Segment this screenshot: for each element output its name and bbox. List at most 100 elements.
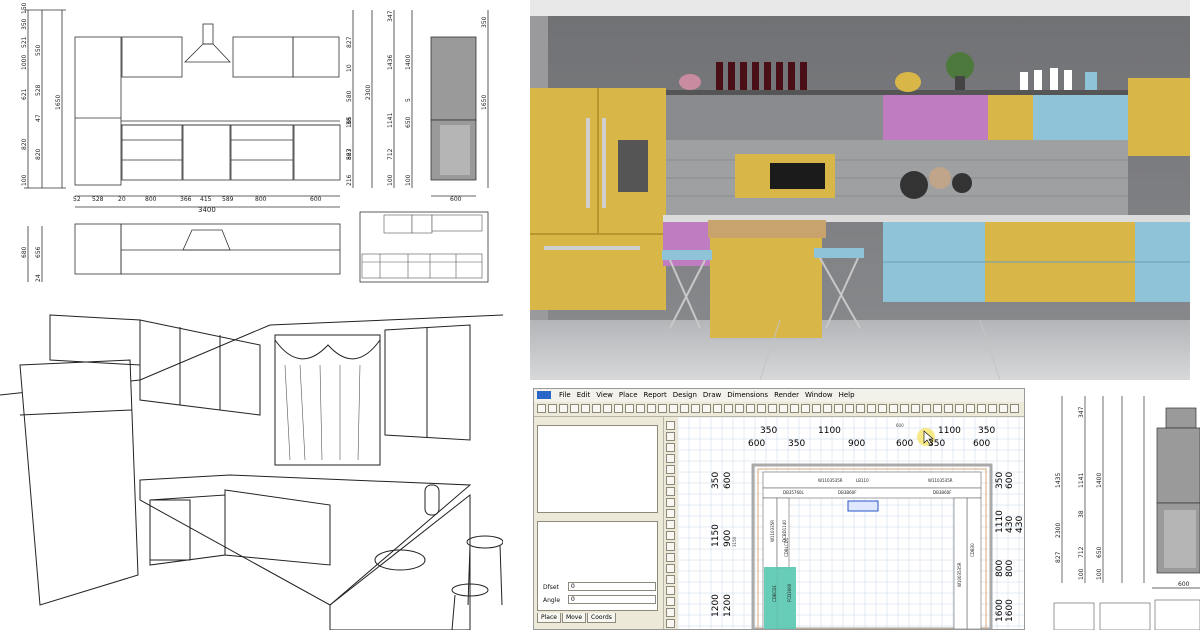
toolbar-button[interactable] bbox=[790, 404, 799, 413]
elevation-left-dim: 150 bbox=[21, 2, 28, 14]
tab-move[interactable]: Move bbox=[561, 613, 587, 623]
vertical-tool-button[interactable] bbox=[666, 597, 675, 606]
drawing-canvas[interactable]: 350 1100 1100 350 600 350 900 600 350 600 350 600… bbox=[677, 416, 1024, 629]
vertical-tool-button[interactable] bbox=[666, 564, 675, 573]
menu-item-place[interactable]: Place bbox=[616, 389, 641, 402]
elevation-bottom-dim: 20 bbox=[118, 196, 126, 203]
menu-item-edit[interactable]: Edit bbox=[574, 389, 594, 402]
toolbar-button[interactable] bbox=[966, 404, 975, 413]
toolbar-button[interactable] bbox=[801, 404, 810, 413]
toolbar-button[interactable] bbox=[988, 404, 997, 413]
toolbar-button[interactable] bbox=[889, 404, 898, 413]
top-dimension: 350 bbox=[978, 426, 995, 436]
vertical-tool-button[interactable] bbox=[666, 421, 675, 430]
cabinet-label: DB3B60F bbox=[933, 490, 952, 495]
vertical-tool-button[interactable] bbox=[666, 608, 675, 617]
toolbar-button[interactable] bbox=[691, 404, 700, 413]
right-dimension: 1110 bbox=[995, 510, 1005, 533]
angle-input[interactable] bbox=[568, 595, 656, 604]
toolbar-button[interactable] bbox=[911, 404, 920, 413]
toolbar-button[interactable] bbox=[581, 404, 590, 413]
toolbar-button[interactable] bbox=[702, 404, 711, 413]
vertical-tool-button[interactable] bbox=[666, 487, 675, 496]
vertical-tool-button[interactable] bbox=[666, 553, 675, 562]
toolbar-button[interactable] bbox=[625, 404, 634, 413]
elevation-right-dim: 1436 bbox=[387, 55, 394, 70]
vertical-tool-button[interactable] bbox=[666, 476, 675, 485]
toolbar-button[interactable] bbox=[922, 404, 931, 413]
toolbar-button[interactable] bbox=[636, 404, 645, 413]
toolbar-button[interactable] bbox=[845, 404, 854, 413]
toolbar-button[interactable] bbox=[603, 404, 612, 413]
toolbar-button[interactable] bbox=[746, 404, 755, 413]
toolbar-button[interactable] bbox=[559, 404, 568, 413]
vertical-tool-button[interactable] bbox=[666, 531, 675, 540]
toolbar-button[interactable] bbox=[856, 404, 865, 413]
elevation-right-dim: 38 bbox=[346, 117, 353, 125]
toolbar-button[interactable] bbox=[933, 404, 942, 413]
menu-item-report[interactable]: Report bbox=[641, 389, 670, 402]
vertical-tool-button[interactable] bbox=[666, 432, 675, 441]
vertical-tool-button[interactable] bbox=[666, 498, 675, 507]
vertical-tool-button[interactable] bbox=[666, 465, 675, 474]
toolbar-button[interactable] bbox=[955, 404, 964, 413]
toolbar-button[interactable] bbox=[548, 404, 557, 413]
toolbar-button[interactable] bbox=[878, 404, 887, 413]
tab-coords[interactable]: Coords bbox=[587, 613, 616, 623]
crop-vertical-dim: 100 bbox=[1078, 568, 1085, 580]
menu-item-dimensions[interactable]: Dimensions bbox=[724, 389, 771, 402]
toolbar-button[interactable] bbox=[900, 404, 909, 413]
menu-item-help[interactable]: Help bbox=[836, 389, 858, 402]
left-dimension: 350 bbox=[711, 472, 721, 489]
toolbar-button[interactable] bbox=[757, 404, 766, 413]
toolbar-button[interactable] bbox=[944, 404, 953, 413]
toolbar-button[interactable] bbox=[592, 404, 601, 413]
toolbar-button[interactable] bbox=[735, 404, 744, 413]
toolbar-button[interactable] bbox=[812, 404, 821, 413]
top-dimension-2: 350 bbox=[928, 439, 945, 449]
toolbar-button[interactable] bbox=[713, 404, 722, 413]
vertical-tool-button[interactable] bbox=[666, 542, 675, 551]
offset-input[interactable] bbox=[568, 582, 656, 591]
toolbar-button[interactable] bbox=[977, 404, 986, 413]
toolbar-button[interactable] bbox=[999, 404, 1008, 413]
toolbar-button[interactable] bbox=[834, 404, 843, 413]
vertical-tool-button[interactable] bbox=[666, 586, 675, 595]
cabinet-label: W1003535R bbox=[957, 562, 962, 587]
vertical-tool-button[interactable] bbox=[666, 509, 675, 518]
elevation-bottom-dim: 800 bbox=[145, 196, 157, 203]
toolbar-button[interactable] bbox=[669, 404, 678, 413]
toolbar-button[interactable] bbox=[867, 404, 876, 413]
toolbar-button[interactable] bbox=[570, 404, 579, 413]
vertical-tool-button[interactable] bbox=[666, 520, 675, 529]
menu-item-design[interactable]: Design bbox=[670, 389, 700, 402]
toolbar-button[interactable] bbox=[779, 404, 788, 413]
left-panel: Dfset Angle PlaceMoveCoords bbox=[534, 417, 662, 629]
menu-item-file[interactable]: File bbox=[556, 389, 574, 402]
toolbar-button[interactable] bbox=[680, 404, 689, 413]
toolbar-button[interactable] bbox=[724, 404, 733, 413]
elevation-drawing: 1503505211000550621 528471650820820100 52… bbox=[0, 0, 503, 300]
toolbar-button[interactable] bbox=[768, 404, 777, 413]
toolbar-button[interactable] bbox=[1010, 404, 1019, 413]
angle-label: Angle bbox=[543, 597, 561, 604]
toolbar-button[interactable] bbox=[647, 404, 656, 413]
toolbar-button[interactable] bbox=[537, 404, 546, 413]
toolbar-button[interactable] bbox=[823, 404, 832, 413]
menu-item-render[interactable]: Render bbox=[771, 389, 802, 402]
vertical-tool-button[interactable] bbox=[666, 443, 675, 452]
vertical-tool-button[interactable] bbox=[666, 575, 675, 584]
tab-place[interactable]: Place bbox=[537, 613, 561, 623]
elevation-right-dim: 580 bbox=[346, 90, 353, 102]
vertical-tool-button[interactable] bbox=[666, 454, 675, 463]
crop-vertical-dim: 1435 bbox=[1055, 473, 1062, 488]
toolbar-button[interactable] bbox=[658, 404, 667, 413]
plan-depth-dim: 24 bbox=[35, 274, 42, 282]
menu-item-draw[interactable]: Draw bbox=[700, 389, 724, 402]
top-dimension: 1100 bbox=[938, 426, 961, 436]
vertical-tool-button[interactable] bbox=[666, 619, 675, 628]
left-dimension: 1200 bbox=[711, 594, 721, 617]
menu-item-view[interactable]: View bbox=[593, 389, 616, 402]
menu-item-window[interactable]: Window bbox=[802, 389, 836, 402]
toolbar-button[interactable] bbox=[614, 404, 623, 413]
